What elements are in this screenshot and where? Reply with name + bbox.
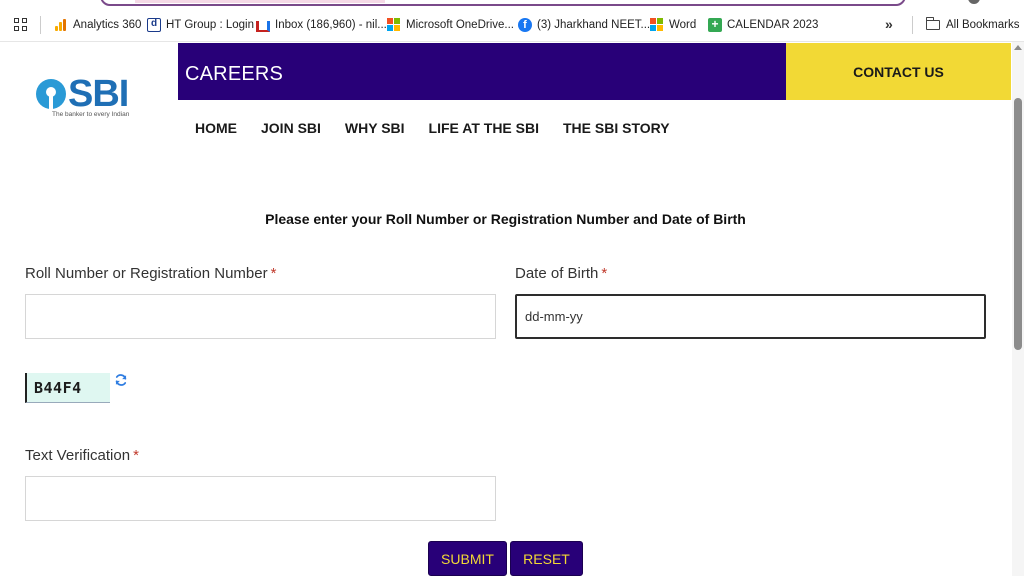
folder-icon <box>925 17 940 30</box>
dob-field[interactable] <box>515 294 986 339</box>
bookmark-gmail-inbox[interactable]: Inbox (186,960) - nil... <box>256 8 387 42</box>
logo-text: SBI <box>68 73 129 115</box>
bookmark-calendar-2023[interactable]: + CALENDAR 2023 <box>708 8 818 42</box>
bookmark-label: Microsoft OneDrive... <box>406 19 514 31</box>
text-verification-label: Text Verification * <box>25 447 139 464</box>
bookmark-label: Inbox (186,960) - nil... <box>275 19 387 31</box>
address-bar-highlight <box>135 0 385 3</box>
bookmark-analytics-360[interactable]: Analytics 360 <box>54 8 141 42</box>
bookmark-label: (3) Jharkhand NEET... <box>537 19 651 31</box>
refresh-icon[interactable] <box>114 373 128 387</box>
ht-icon: d <box>147 18 161 32</box>
required-marker: * <box>601 265 608 282</box>
nav-item-join-sbi[interactable]: JOIN SBI <box>261 120 321 136</box>
bookmark-onedrive[interactable]: Microsoft OneDrive... <box>387 8 514 42</box>
roll-number-field[interactable] <box>25 294 496 339</box>
submit-button[interactable]: SUBMIT <box>428 541 507 576</box>
browser-toolbar <box>0 0 1024 8</box>
main-nav: HOME JOIN SBI WHY SBI LIFE AT THE SBI TH… <box>195 120 670 136</box>
scrollbar-thumb[interactable] <box>1014 98 1022 350</box>
nav-item-sbi-story[interactable]: THE SBI STORY <box>563 120 670 136</box>
bookmark-label: CALENDAR 2023 <box>727 19 819 31</box>
nav-item-life-at-sbi[interactable]: LIFE AT THE SBI <box>429 120 539 136</box>
dob-label: Date of Birth * <box>515 265 607 282</box>
form-instruction: Please enter your Roll Number or Registr… <box>265 211 746 227</box>
microsoft-icon <box>387 18 401 32</box>
profile-icon[interactable] <box>968 0 980 4</box>
nav-item-home[interactable]: HOME <box>195 120 237 136</box>
calendar-icon: + <box>708 18 722 32</box>
required-marker: * <box>133 447 139 464</box>
bookmarks-separator <box>40 16 41 34</box>
analytics-icon <box>54 18 68 32</box>
apps-grid-icon[interactable] <box>14 18 28 32</box>
roll-number-label: Roll Number or Registration Number * <box>25 265 276 282</box>
text-verification-input[interactable] <box>26 477 495 520</box>
bookmarks-bar: Analytics 360 d HT Group : Login Inbox (… <box>0 8 1024 42</box>
logo-tagline: The banker to every Indian <box>52 111 130 118</box>
sbi-keyhole-icon <box>36 79 66 109</box>
sbi-logo[interactable]: SBI The banker to every Indian <box>36 73 136 122</box>
microsoft-icon <box>650 18 664 32</box>
contact-us-button[interactable]: CONTACT US <box>786 43 1011 100</box>
bookmark-label: Word <box>669 19 697 31</box>
all-bookmarks-button[interactable]: All Bookmarks <box>925 8 1020 42</box>
bookmark-label: HT Group : Login <box>166 19 255 31</box>
bookmark-ht-group-login[interactable]: d HT Group : Login <box>147 8 254 42</box>
all-bookmarks-label: All Bookmarks <box>946 19 1020 31</box>
page-title: CAREERS <box>185 63 284 85</box>
text-verification-label-text: Text Verification <box>25 447 131 464</box>
captcha-image: B44F4 <box>25 373 110 403</box>
dob-input[interactable] <box>517 296 984 337</box>
gmail-icon <box>256 20 270 32</box>
careers-banner: CAREERS <box>178 43 786 100</box>
dob-label-text: Date of Birth <box>515 265 599 282</box>
bookmark-facebook[interactable]: f (3) Jharkhand NEET... <box>518 8 650 42</box>
bookmark-label: Analytics 360 <box>73 19 142 31</box>
text-verification-field[interactable] <box>25 476 496 521</box>
roll-number-input[interactable] <box>26 295 495 338</box>
reset-button[interactable]: RESET <box>510 541 583 576</box>
bookmarks-separator <box>912 16 913 34</box>
facebook-icon: f <box>518 18 532 32</box>
scroll-up-arrow-icon[interactable] <box>1014 45 1022 50</box>
bookmarks-overflow-button[interactable]: » <box>885 16 893 32</box>
nav-item-why-sbi[interactable]: WHY SBI <box>345 120 405 136</box>
roll-number-label-text: Roll Number or Registration Number <box>25 265 268 282</box>
required-marker: * <box>270 265 277 282</box>
bookmark-word[interactable]: Word <box>650 8 696 42</box>
